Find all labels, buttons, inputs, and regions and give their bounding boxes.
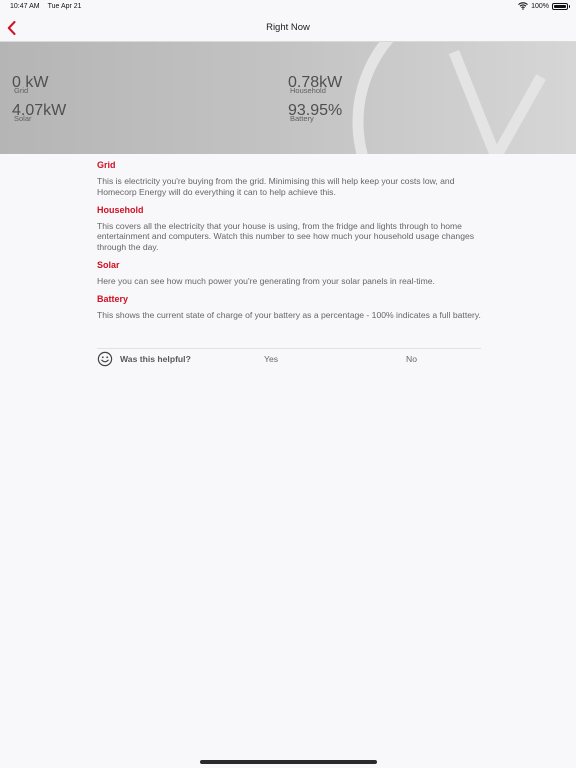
- section-text-household: This covers all the electricity that you…: [97, 220, 475, 253]
- metric-battery: 93.95% Battery: [288, 103, 342, 124]
- status-date: Tue Apr 21: [47, 3, 82, 10]
- household-label: Household: [290, 86, 326, 95]
- status-time: 10:47 AM: [10, 3, 40, 10]
- solar-label: Solar: [14, 114, 32, 123]
- help-content: Grid This is electricity you're buying f…: [97, 160, 481, 328]
- page-title: Right Now: [266, 22, 310, 33]
- feedback-row: Was this helpful? Yes No: [97, 348, 481, 369]
- section-title-battery: Battery: [97, 293, 129, 304]
- helpful-question: Was this helpful?: [120, 354, 191, 364]
- section-title-solar: Solar: [97, 259, 120, 270]
- battery-icon: [552, 2, 570, 10]
- smile-icon: [97, 351, 113, 367]
- metric-grid: 0 kW Grid: [12, 75, 48, 96]
- section-text-battery: This shows the current state of charge o…: [97, 309, 481, 320]
- metric-solar: 4.07kW Solar: [12, 103, 66, 124]
- battery-percent: 100%: [531, 2, 549, 10]
- metric-household: 0.78kW Household: [288, 75, 342, 96]
- section-title-household: Household: [97, 204, 144, 215]
- home-indicator[interactable]: [200, 760, 377, 764]
- no-button[interactable]: No: [406, 354, 417, 364]
- section-text-grid: This is electricity you're buying from t…: [97, 176, 455, 197]
- yes-button[interactable]: Yes: [264, 354, 278, 364]
- battery-fill: [554, 4, 566, 8]
- grid-label: Grid: [14, 86, 29, 95]
- section-title-grid: Grid: [97, 160, 116, 170]
- brand-watermark-icon: [336, 42, 576, 154]
- status-bar: 10:47 AM Tue Apr 21 100%: [0, 0, 576, 14]
- nav-bar: Right Now: [0, 14, 576, 42]
- battery-label: Battery: [290, 114, 314, 123]
- section-text-solar: Here you can see how much power you're g…: [97, 275, 435, 286]
- metrics-hero: 0 kW Grid 0.78kW Household 4.07kW Solar …: [0, 42, 576, 154]
- status-right: 100%: [518, 2, 570, 10]
- wifi-icon: [518, 2, 528, 10]
- status-left: 10:47 AM Tue Apr 21: [10, 3, 82, 10]
